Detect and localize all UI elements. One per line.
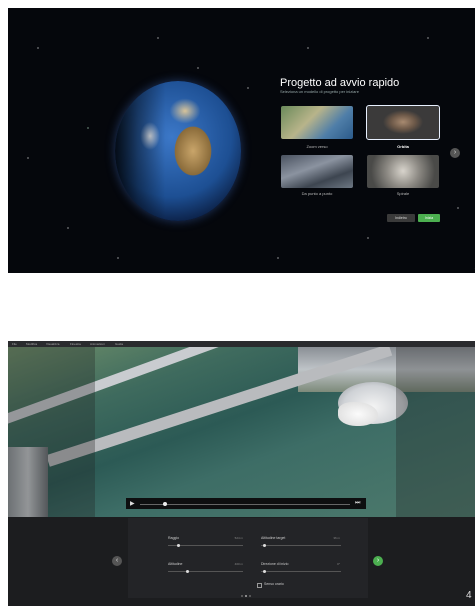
param-value: 400 m — [234, 562, 243, 566]
template-label: Spirale — [396, 191, 410, 196]
param-value: 524 m — [234, 536, 243, 540]
altitude-slider[interactable] — [168, 571, 243, 572]
play-icon[interactable]: ▶ — [130, 500, 135, 507]
param-value: 36 m — [333, 536, 340, 540]
animation-editor-panel: File Modifica Visualizza Finestra Animaz… — [8, 341, 475, 606]
dialog-title: Progetto ad avvio rapido — [280, 77, 400, 89]
slider-knob[interactable] — [263, 570, 266, 573]
slider-knob[interactable] — [177, 544, 180, 547]
parameters-panel: Raggio 524 m Altitudine target 36 m Alti… — [128, 518, 368, 598]
template-orbit-thumbnail[interactable] — [366, 105, 440, 140]
page-dot — [249, 595, 251, 597]
frame-mask-left — [8, 347, 95, 517]
param-label: Altitudine target — [261, 536, 286, 540]
param-label: Raggio — [168, 536, 180, 540]
timeline-track[interactable] — [140, 504, 350, 505]
chevron-right-icon[interactable]: › — [450, 148, 460, 158]
frame-mask-right — [396, 347, 475, 517]
param-label: Direzione di inizio — [261, 562, 289, 566]
step-number: 4 — [466, 590, 472, 601]
param-label: Altitudine — [168, 562, 183, 566]
chevron-left-icon[interactable]: ‹ — [112, 556, 122, 566]
dialog-subtitle: Seleziona un modello di progetto per ini… — [280, 89, 359, 94]
skip-end-icon[interactable]: ⏭ — [355, 500, 360, 507]
template-label: Zoom verso — [306, 144, 328, 149]
map-viewport[interactable] — [8, 347, 475, 517]
start-direction-slider[interactable] — [261, 571, 341, 572]
template-point-to-point-thumbnail[interactable] — [281, 155, 353, 188]
back-button[interactable]: Indietro — [387, 214, 415, 222]
checkbox-label: Senso orario — [264, 582, 284, 586]
earth-shadow — [115, 81, 241, 221]
chevron-right-icon[interactable]: › — [373, 556, 383, 566]
template-zoom-thumbnail[interactable] — [281, 106, 353, 139]
start-button[interactable]: Inizia — [418, 214, 440, 222]
target-altitude-slider[interactable] — [261, 545, 341, 546]
page-dot-active — [245, 595, 247, 597]
museum-building — [338, 402, 378, 426]
slider-knob[interactable] — [263, 544, 266, 547]
clockwise-checkbox[interactable] — [257, 583, 262, 588]
quick-start-panel: Progetto ad avvio rapido Seleziona un mo… — [8, 8, 475, 273]
page-dot — [241, 595, 243, 597]
template-label: Da punto a punto — [301, 191, 333, 196]
template-label-selected: Orbita — [397, 144, 409, 149]
param-value: 0° — [337, 562, 340, 566]
slider-knob[interactable] — [186, 570, 189, 573]
timeline-scrubber[interactable] — [163, 502, 167, 506]
template-spiral-thumbnail[interactable] — [367, 155, 439, 188]
